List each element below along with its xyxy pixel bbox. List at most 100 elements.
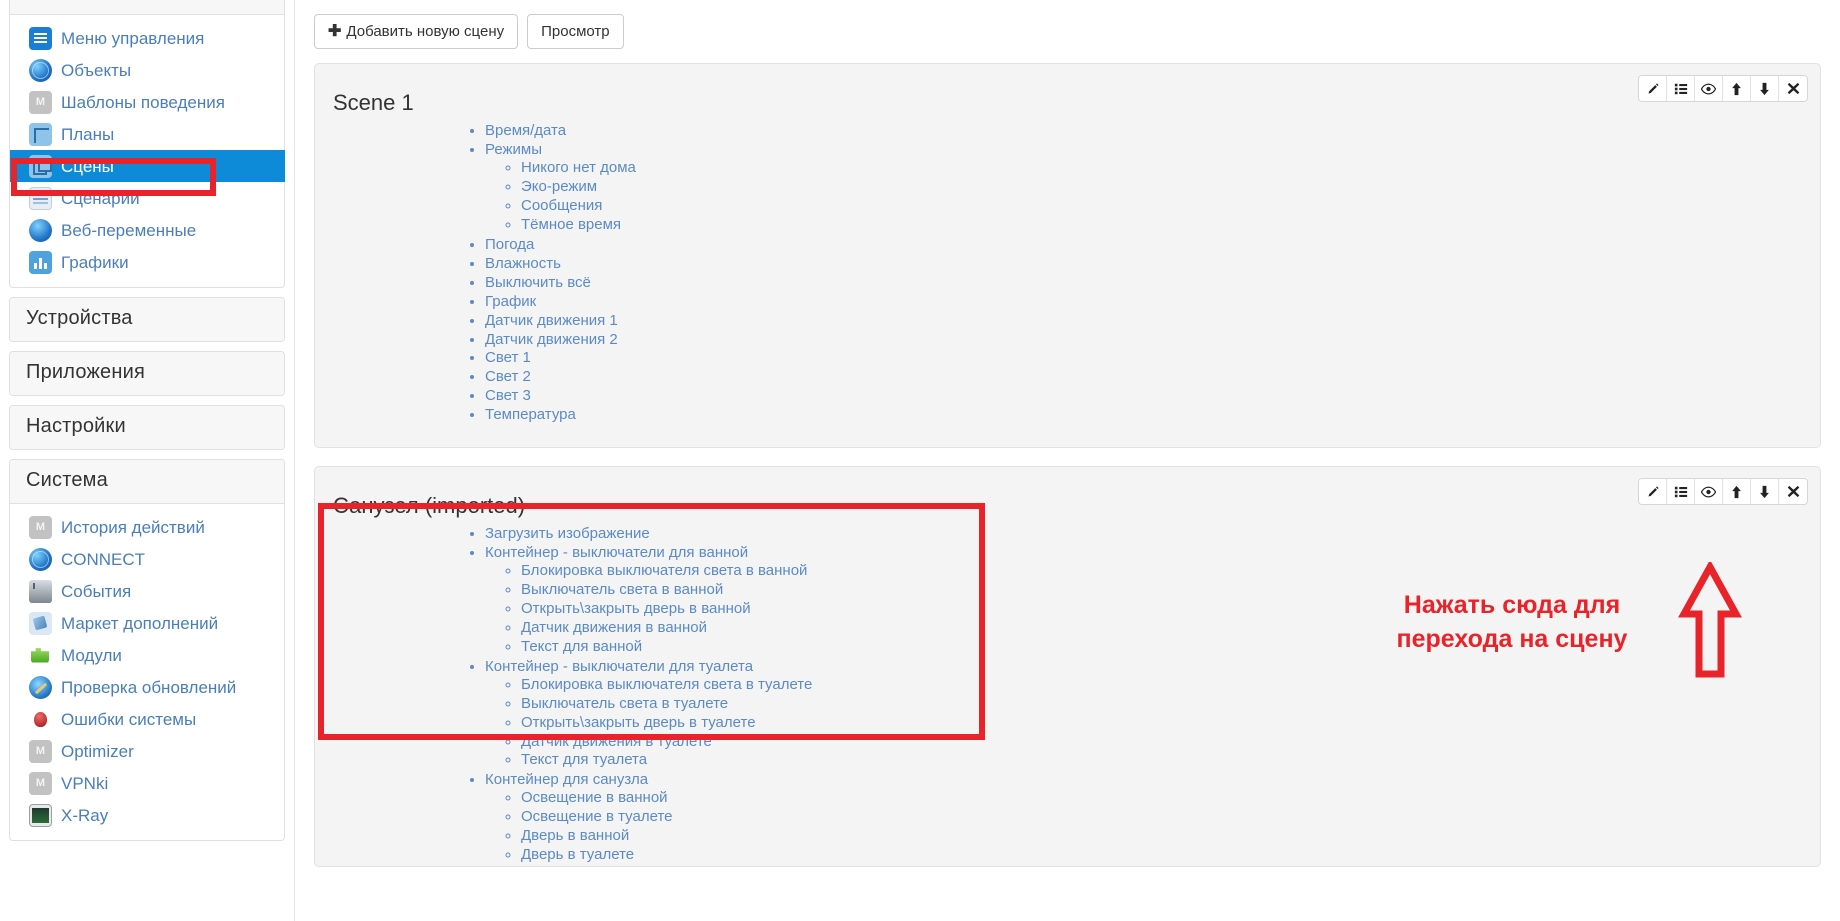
tree-label[interactable]: Блокировка выключателя света в туалете (521, 676, 812, 693)
tree-label[interactable]: Никого нет дома (521, 159, 636, 176)
tree-label[interactable]: Выключатель света в туалете (521, 695, 728, 712)
list-item[interactable]: Блокировка выключателя света в ванной (521, 562, 1820, 581)
tree-label[interactable]: Открыть\закрыть дверь в туалете (521, 714, 756, 731)
sidebar-item-events[interactable]: События (10, 575, 284, 607)
tree-label[interactable]: Выключатель света в ванной (521, 581, 723, 598)
arrow-up-icon[interactable] (1723, 479, 1751, 505)
tree-label[interactable]: Загрузить изображение (485, 525, 650, 542)
sidebar-group-title-devices[interactable]: Устройства (10, 298, 284, 341)
list-item[interactable]: Тёмное время (521, 216, 1820, 235)
sidebar-group-settings[interactable]: Настройки (9, 405, 285, 450)
tree-label[interactable]: Датчик движения 1 (485, 312, 618, 329)
sidebar-item-action-history[interactable]: История действий (10, 511, 284, 543)
list-item[interactable]: Влажность (485, 255, 1820, 274)
list-item[interactable]: Свет 1 (485, 349, 1820, 368)
list-item[interactable]: Датчик движения 2 (485, 331, 1820, 350)
list-item[interactable]: Освещение в туалете (521, 808, 1820, 827)
close-icon[interactable] (1779, 479, 1807, 505)
tree-label[interactable]: Режимы (485, 141, 542, 158)
tree-label[interactable]: Открыть\закрыть дверь в ванной (521, 600, 751, 617)
list-item[interactable]: Погода (485, 236, 1820, 255)
list-item[interactable]: Открыть\закрыть дверь в туалете (521, 714, 1820, 733)
tree-label[interactable]: Тёмное время (521, 216, 621, 233)
sidebar-item-addons-market[interactable]: Маркет дополнений (10, 607, 284, 639)
list-icon[interactable] (1667, 479, 1695, 505)
tree-label[interactable]: Время/дата (485, 122, 566, 139)
sidebar-item-behavior-templates[interactable]: Шаблоны поведения (10, 86, 284, 118)
list-item[interactable]: Температура (485, 406, 1820, 425)
tree-label[interactable]: Датчик движения 2 (485, 331, 618, 348)
edit-icon[interactable] (1639, 76, 1667, 102)
sidebar-item-scenes[interactable]: Сцены (10, 150, 285, 182)
tree-label[interactable]: Выключить всё (485, 274, 591, 291)
tree-label[interactable]: Датчик движения в туалете (521, 733, 712, 750)
tree-label[interactable]: Сообщения (521, 197, 602, 214)
arrow-down-icon[interactable] (1751, 76, 1779, 102)
tree-label[interactable]: Контейнер - выключатели для туалета (485, 658, 753, 675)
tree-label[interactable]: Свет 1 (485, 349, 531, 366)
sidebar-item-connect[interactable]: CONNECT (10, 543, 284, 575)
list-item[interactable]: Свет 3 (485, 387, 1820, 406)
tree-label[interactable]: Свет 2 (485, 368, 531, 385)
preview-button[interactable]: Просмотр (527, 14, 624, 50)
list-item[interactable]: Дверь в ванной (521, 827, 1820, 846)
sidebar-item-control-menu[interactable]: Меню управления (10, 22, 284, 54)
list-item[interactable]: Дверь в туалете (521, 846, 1820, 865)
arrow-down-icon[interactable] (1751, 479, 1779, 505)
tree-label[interactable]: Эко-режим (521, 178, 597, 195)
list-item[interactable]: Никого нет дома (521, 159, 1820, 178)
sidebar-item-plans[interactable]: Планы (10, 118, 284, 150)
list-item[interactable]: Текст для туалета (521, 751, 1820, 770)
sidebar-group-devices[interactable]: Устройства (9, 297, 285, 342)
list-item[interactable]: Контейнер для санузла Освещение в ванной… (485, 771, 1820, 866)
tree-label[interactable]: Текст для ванной (521, 638, 642, 655)
add-new-scene-button[interactable]: ✚ Добавить новую сцену (314, 14, 519, 50)
tree-label[interactable]: Температура (485, 406, 576, 423)
tree-label[interactable]: Освещение в туалете (521, 808, 673, 825)
list-item[interactable]: Режимы Никого нет дома Эко-режим Сообщен… (485, 141, 1820, 236)
list-item[interactable]: Датчик движения 1 (485, 312, 1820, 331)
list-item[interactable]: Контейнер - выключатели для туалета Блок… (485, 658, 1820, 772)
sidebar-item-xray[interactable]: X-Ray (10, 799, 284, 831)
tree-label[interactable]: Освещение в ванной (521, 789, 668, 806)
tree-label[interactable]: Влажность (485, 255, 561, 272)
list-item[interactable]: График (485, 293, 1820, 312)
tree-label[interactable]: Дверь в ванной (521, 827, 629, 844)
list-icon[interactable] (1667, 76, 1695, 102)
list-item[interactable]: Блокировка выключателя света в туалете (521, 676, 1820, 695)
sidebar-item-modules[interactable]: Модули (10, 639, 284, 671)
sidebar-item-scripts[interactable]: Сценарии (10, 182, 284, 214)
tree-label[interactable]: Текст для туалета (521, 751, 647, 768)
sidebar-group-title-system[interactable]: Система (10, 460, 284, 504)
tree-label[interactable]: Погода (485, 236, 534, 253)
list-item[interactable]: Освещение в ванной (521, 789, 1820, 808)
eye-icon[interactable] (1695, 76, 1723, 102)
arrow-up-icon[interactable] (1723, 76, 1751, 102)
tree-label[interactable]: Дверь в туалете (521, 846, 634, 863)
tree-label[interactable]: Блокировка выключателя света в ванной (521, 562, 807, 579)
list-item[interactable]: Время/дата (485, 122, 1820, 141)
tree-label[interactable]: Контейнер для санузла (485, 771, 648, 788)
sidebar-item-web-variables[interactable]: Веб-переменные (10, 214, 284, 246)
list-item[interactable]: Загрузить изображение (485, 525, 1820, 544)
edit-icon[interactable] (1639, 479, 1667, 505)
sidebar-item-check-updates[interactable]: Проверка обновлений (10, 671, 284, 703)
close-icon[interactable] (1779, 76, 1807, 102)
sidebar-item-optimizer[interactable]: Optimizer (10, 735, 284, 767)
sidebar-group-title-settings[interactable]: Настройки (10, 406, 284, 449)
tree-label[interactable]: Контейнер - выключатели для ванной (485, 544, 748, 561)
tree-label[interactable]: График (485, 293, 536, 310)
eye-icon[interactable] (1695, 479, 1723, 505)
sidebar-item-objects[interactable]: Объекты (10, 54, 284, 86)
list-item[interactable]: Эко-режим (521, 178, 1820, 197)
tree-label[interactable]: Датчик движения в ванной (521, 619, 707, 636)
list-item[interactable]: Свет 2 (485, 368, 1820, 387)
sidebar-group-title-applications[interactable]: Приложения (10, 352, 284, 395)
sidebar-item-system-errors[interactable]: Ошибки системы (10, 703, 284, 735)
sidebar-item-vpnki[interactable]: VPNki (10, 767, 284, 799)
tree-label[interactable]: Свет 3 (485, 387, 531, 404)
list-item[interactable]: Сообщения (521, 197, 1820, 216)
list-item[interactable]: Выключатель света в туалете (521, 695, 1820, 714)
list-item[interactable]: Датчик движения в туалете (521, 733, 1820, 752)
list-item[interactable]: Выключить всё (485, 274, 1820, 293)
